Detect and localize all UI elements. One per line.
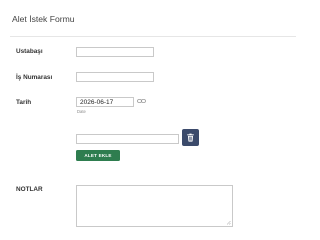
delete-tool-button[interactable] (182, 129, 199, 146)
notlar-label: NOTLAR (16, 186, 43, 193)
add-tool-button[interactable]: ALET EKLE (76, 150, 120, 161)
resize-handle-icon[interactable] (226, 220, 231, 225)
is-numarasi-input[interactable] (76, 72, 154, 82)
date-input[interactable]: 2026-06-17 (76, 97, 134, 107)
date-help-text: Date (77, 109, 86, 114)
ustabasi-input[interactable] (76, 47, 154, 57)
notes-textarea[interactable] (76, 185, 233, 227)
link-icon[interactable] (137, 98, 146, 107)
is-numarasi-label: İş Numarası (16, 74, 53, 81)
tarih-label: Tarih (16, 99, 32, 106)
trash-icon (186, 129, 195, 147)
ustabasi-label: Ustabaşı (16, 48, 43, 55)
tool-input[interactable] (76, 134, 179, 144)
form-title: Alet İstek Formu (12, 14, 75, 24)
title-divider (10, 36, 296, 37)
